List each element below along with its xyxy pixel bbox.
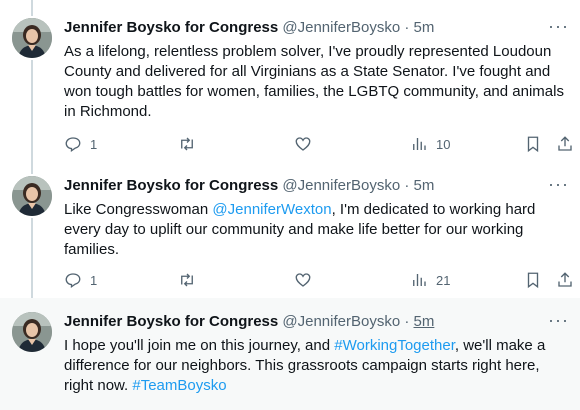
bookmark-button[interactable] xyxy=(524,134,542,154)
bookmark-button[interactable] xyxy=(524,270,542,290)
tweet-1[interactable]: Jennifer Boysko for Congress @JenniferBo… xyxy=(0,0,580,160)
bookmark-icon xyxy=(527,272,539,289)
like-button[interactable] xyxy=(294,270,312,290)
tweet-text: Like Congresswoman @JenniferWexton, I'm … xyxy=(64,200,566,260)
views-icon xyxy=(413,274,426,286)
views-button[interactable]: 10 xyxy=(410,134,450,154)
hashtag-link[interactable]: #WorkingTogether xyxy=(334,337,455,354)
author-handle[interactable]: @JenniferBoysko xyxy=(282,313,400,330)
author-handle[interactable]: @JenniferBoysko xyxy=(282,177,400,194)
avatar[interactable] xyxy=(12,312,52,352)
tweet-actions: 1 10 xyxy=(64,134,580,154)
author-handle[interactable]: @JenniferBoysko xyxy=(282,19,400,36)
timestamp[interactable]: 5m xyxy=(414,177,435,194)
tweet-actions: 1 21 xyxy=(64,270,580,290)
reply-count: 1 xyxy=(90,136,98,152)
reply-icon xyxy=(65,273,81,289)
separator: · xyxy=(404,19,410,36)
hashtag-link[interactable]: #TeamBoysko xyxy=(132,377,226,394)
like-icon xyxy=(295,137,311,151)
tweet-3[interactable]: Jennifer Boysko for Congress @JenniferBo… xyxy=(0,298,580,410)
share-button[interactable] xyxy=(556,270,574,290)
more-icon[interactable]: ··· xyxy=(548,17,568,40)
tweet-text-part: I hope you'll join me on this journey, a… xyxy=(64,337,335,354)
reply-button[interactable]: 1 xyxy=(64,270,97,290)
author-name[interactable]: Jennifer Boysko for Congress xyxy=(64,19,278,36)
author-name[interactable]: Jennifer Boysko for Congress xyxy=(64,313,278,330)
tweet-text: As a lifelong, relentless problem solver… xyxy=(64,43,564,120)
bookmark-icon xyxy=(527,136,539,153)
tweet-header: Jennifer Boysko for Congress @JenniferBo… xyxy=(64,312,434,332)
like-icon xyxy=(295,273,311,287)
share-button[interactable] xyxy=(556,134,574,154)
views-button[interactable]: 21 xyxy=(410,270,450,290)
timestamp[interactable]: 5m xyxy=(414,19,435,36)
reply-button[interactable]: 1 xyxy=(64,134,97,154)
more-icon[interactable]: ··· xyxy=(548,311,568,334)
timestamp[interactable]: 5m xyxy=(414,313,435,330)
tweet-text-part: Like Congresswoman xyxy=(64,201,213,218)
views-icon xyxy=(413,138,426,150)
separator: · xyxy=(404,313,410,330)
separator: · xyxy=(404,177,410,194)
retweet-icon xyxy=(181,273,193,287)
views-count: 21 xyxy=(436,272,451,288)
reply-count: 1 xyxy=(90,272,98,288)
reply-icon xyxy=(65,137,81,153)
avatar[interactable] xyxy=(12,176,52,216)
mention-link[interactable]: @JenniferWexton xyxy=(212,201,331,218)
avatar[interactable] xyxy=(12,18,52,58)
share-icon xyxy=(558,136,572,151)
tweet-text: I hope you'll join me on this journey, a… xyxy=(64,336,566,396)
retweet-button[interactable] xyxy=(178,270,196,290)
tweet-header: Jennifer Boysko for Congress @JenniferBo… xyxy=(64,18,434,38)
more-icon[interactable]: ··· xyxy=(548,175,568,198)
author-name[interactable]: Jennifer Boysko for Congress xyxy=(64,177,278,194)
retweet-icon xyxy=(181,137,193,151)
share-icon xyxy=(558,272,572,287)
like-button[interactable] xyxy=(294,134,312,154)
tweet-header: Jennifer Boysko for Congress @JenniferBo… xyxy=(64,176,434,196)
views-count: 10 xyxy=(436,136,451,152)
tweet-2[interactable]: Jennifer Boysko for Congress @JenniferBo… xyxy=(0,160,580,298)
retweet-button[interactable] xyxy=(178,134,196,154)
